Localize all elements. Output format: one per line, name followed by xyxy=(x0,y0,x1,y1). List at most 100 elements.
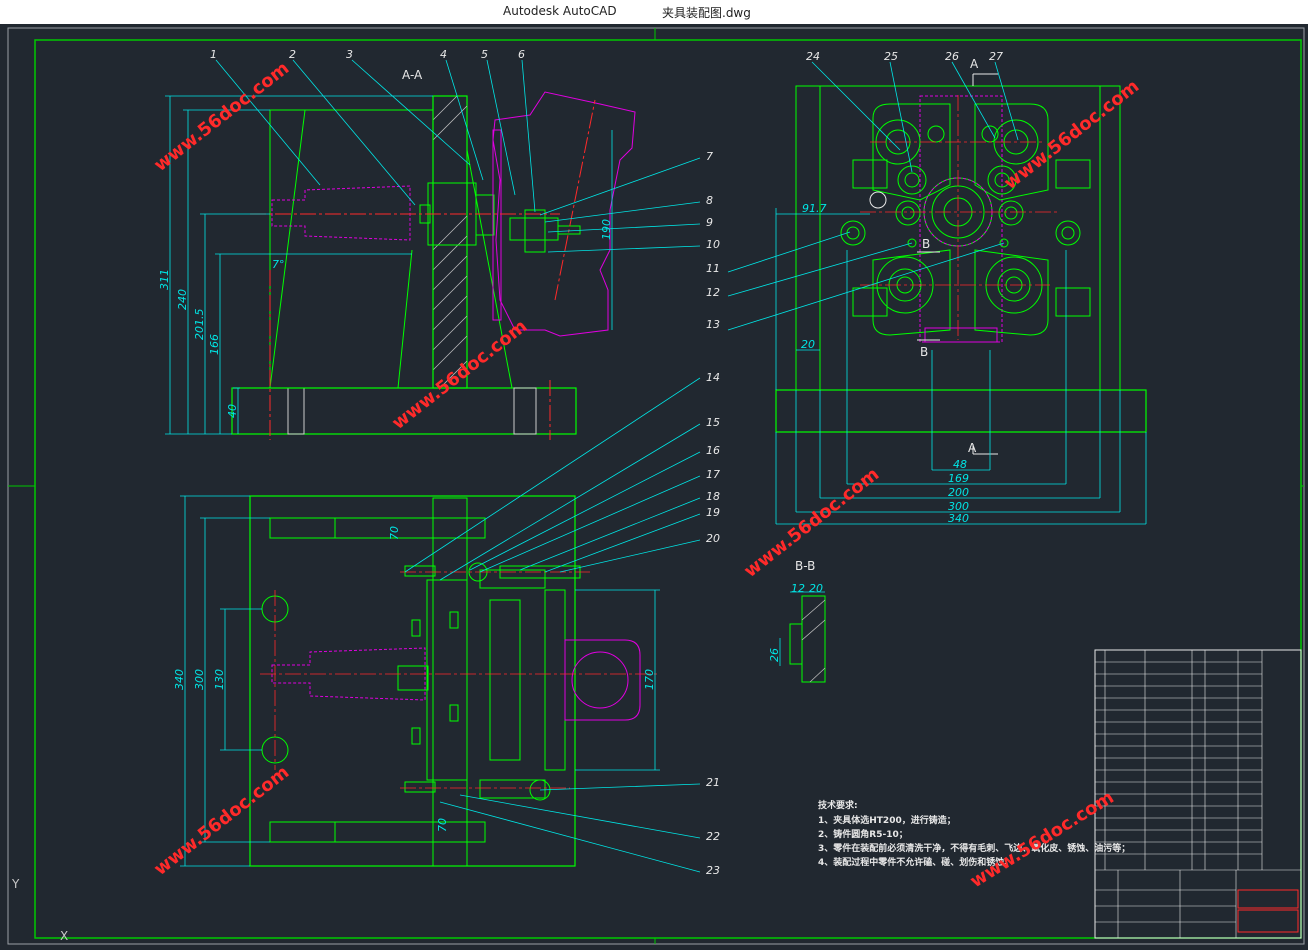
part-label-15: 15 xyxy=(706,416,720,429)
title-block-drawing-name xyxy=(1237,889,1299,909)
dim-plan-340: 340 xyxy=(173,669,186,690)
part-label-19: 19 xyxy=(706,506,720,519)
part-label-24: 24 xyxy=(806,50,820,63)
window-titlebar: Autodesk AutoCAD 夹具装配图.dwg xyxy=(0,0,1308,24)
dim-top-917: 91.7 xyxy=(802,202,827,215)
plan-clamp-bottom xyxy=(479,779,546,799)
dim-plan-70a: 70 xyxy=(388,526,401,540)
aa-base-hatch-right xyxy=(513,387,537,435)
plan-workpiece-bore xyxy=(571,651,629,709)
watermark-5: www.56doc.com xyxy=(150,762,293,880)
dim-plan-170: 170 xyxy=(643,669,656,690)
part-label-4: 4 xyxy=(440,48,447,61)
part-label-2: 2 xyxy=(289,48,296,61)
part-number-labels: 1 2 3 4 5 6 7 8 9 10 11 12 13 14 15 16 1… xyxy=(210,48,1003,877)
dim-top-169: 169 xyxy=(948,472,969,485)
top-clamp-bottom-left xyxy=(872,249,951,336)
section-bb-view: B-B 12 20 26 xyxy=(768,559,826,683)
plan-slot-top xyxy=(269,517,336,539)
part-label-14: 14 xyxy=(706,371,720,384)
top-base xyxy=(775,389,1147,433)
top-centerlines xyxy=(860,95,1060,340)
part-label-22: 22 xyxy=(706,830,720,843)
parts-list-grid xyxy=(1095,650,1301,938)
plan-rail-bottom xyxy=(334,821,486,843)
part-label-17: 17 xyxy=(706,468,720,481)
part-label-26: 26 xyxy=(945,50,959,63)
top-workpiece xyxy=(919,95,1003,343)
bb-pin xyxy=(789,623,803,665)
arrow-a-top-label: A xyxy=(970,57,979,71)
drawing-svg[interactable]: A-A 311 240 201.5 166 40 190 7° A A B B … xyxy=(0,24,1308,950)
arrow-b-top-label: B xyxy=(922,237,930,251)
plan-studs xyxy=(404,565,459,793)
part-label-25: 25 xyxy=(884,50,898,63)
dim-aa-240: 240 xyxy=(176,289,189,310)
part-label-8: 8 xyxy=(706,194,713,207)
plan-centerlines xyxy=(260,571,660,789)
watermarks: www.56doc.com www.56doc.com www.56doc.co… xyxy=(150,58,1143,893)
section-aa-label: A-A xyxy=(402,68,423,82)
watermark-4: www.56doc.com xyxy=(1000,76,1143,194)
aa-support-frame xyxy=(269,109,434,389)
part-label-7: 7 xyxy=(706,150,713,163)
part-label-12: 12 xyxy=(706,286,720,299)
part-label-3: 3 xyxy=(346,48,353,61)
part-label-27: 27 xyxy=(989,50,1003,63)
part-label-23: 23 xyxy=(706,864,720,877)
part-label-21: 21 xyxy=(706,776,720,789)
part-label-5: 5 xyxy=(481,48,488,61)
dim-plan-300: 300 xyxy=(193,669,206,690)
plan-clamp-arm xyxy=(489,599,521,761)
top-slot-right-1 xyxy=(1055,159,1091,189)
ucs-icon: Y X xyxy=(11,877,68,943)
bb-hatching xyxy=(801,599,826,683)
dim-bb-12: 12 xyxy=(791,582,805,595)
tech-note-3: 3、零件在装配前必须清洗干净，不得有毛刺、飞边、氧化皮、锈蚀、油污等； xyxy=(818,842,1130,854)
part-label-11: 11 xyxy=(706,262,720,275)
tech-note-1: 1、夹具体选HT200，进行铸造； xyxy=(818,814,956,826)
dim-aa-311: 311 xyxy=(158,269,171,290)
top-clamp-left xyxy=(872,103,951,201)
part-label-6: 6 xyxy=(518,48,525,61)
aa-rib-mid xyxy=(397,249,413,389)
aa-plate-hatching xyxy=(432,95,468,389)
part-label-10: 10 xyxy=(706,238,720,251)
section-aa-view: A-A 311 240 201.5 166 40 190 7° xyxy=(158,59,701,440)
arrow-a-bottom-label: A xyxy=(968,441,977,455)
aa-clamp-nut xyxy=(524,209,546,253)
dim-plan-70b: 70 xyxy=(436,818,449,832)
aa-dimension-lines xyxy=(165,95,613,435)
drawing-canvas[interactable]: A-A 311 240 201.5 166 40 190 7° A A B B … xyxy=(0,24,1308,950)
ucs-x-axis-icon: X xyxy=(60,929,68,943)
app-title: Autodesk AutoCAD xyxy=(503,4,617,18)
part-label-16: 16 xyxy=(706,444,720,457)
dim-top-48: 48 xyxy=(953,458,967,471)
dim-top-200: 200 xyxy=(948,486,969,499)
part-label-1: 1 xyxy=(210,48,217,61)
plan-nut xyxy=(397,665,429,691)
arrow-b-bottom-label: B xyxy=(920,345,928,359)
part-label-18: 18 xyxy=(706,490,720,503)
part-label-13: 13 xyxy=(706,318,720,331)
plan-clamp-top xyxy=(479,569,546,589)
tech-note-2: 2、铸件圆角R5-10； xyxy=(818,828,908,840)
aa-leaders xyxy=(215,59,701,253)
aa-centerline-tilt xyxy=(554,99,596,301)
section-bb-label: B-B xyxy=(795,559,815,573)
aa-rib-left xyxy=(269,109,306,389)
dim-top-20: 20 xyxy=(801,338,815,351)
top-slot-right-2 xyxy=(1055,287,1091,317)
title-block-drawing-no xyxy=(1237,909,1299,933)
plan-dimension-lines xyxy=(180,495,660,867)
dim-plan-130: 130 xyxy=(213,669,226,690)
plan-leaders xyxy=(404,377,701,873)
parts-list-table xyxy=(1094,649,1302,939)
plan-vertical-plate xyxy=(432,497,468,867)
dim-aa-40: 40 xyxy=(226,404,239,418)
plan-slot-bottom xyxy=(269,821,336,843)
watermark-1: www.56doc.com xyxy=(150,58,293,176)
file-title: 夹具装配图.dwg xyxy=(662,6,751,20)
plan-rail-top xyxy=(334,517,486,539)
ucs-y-axis-icon: Y xyxy=(11,877,20,891)
